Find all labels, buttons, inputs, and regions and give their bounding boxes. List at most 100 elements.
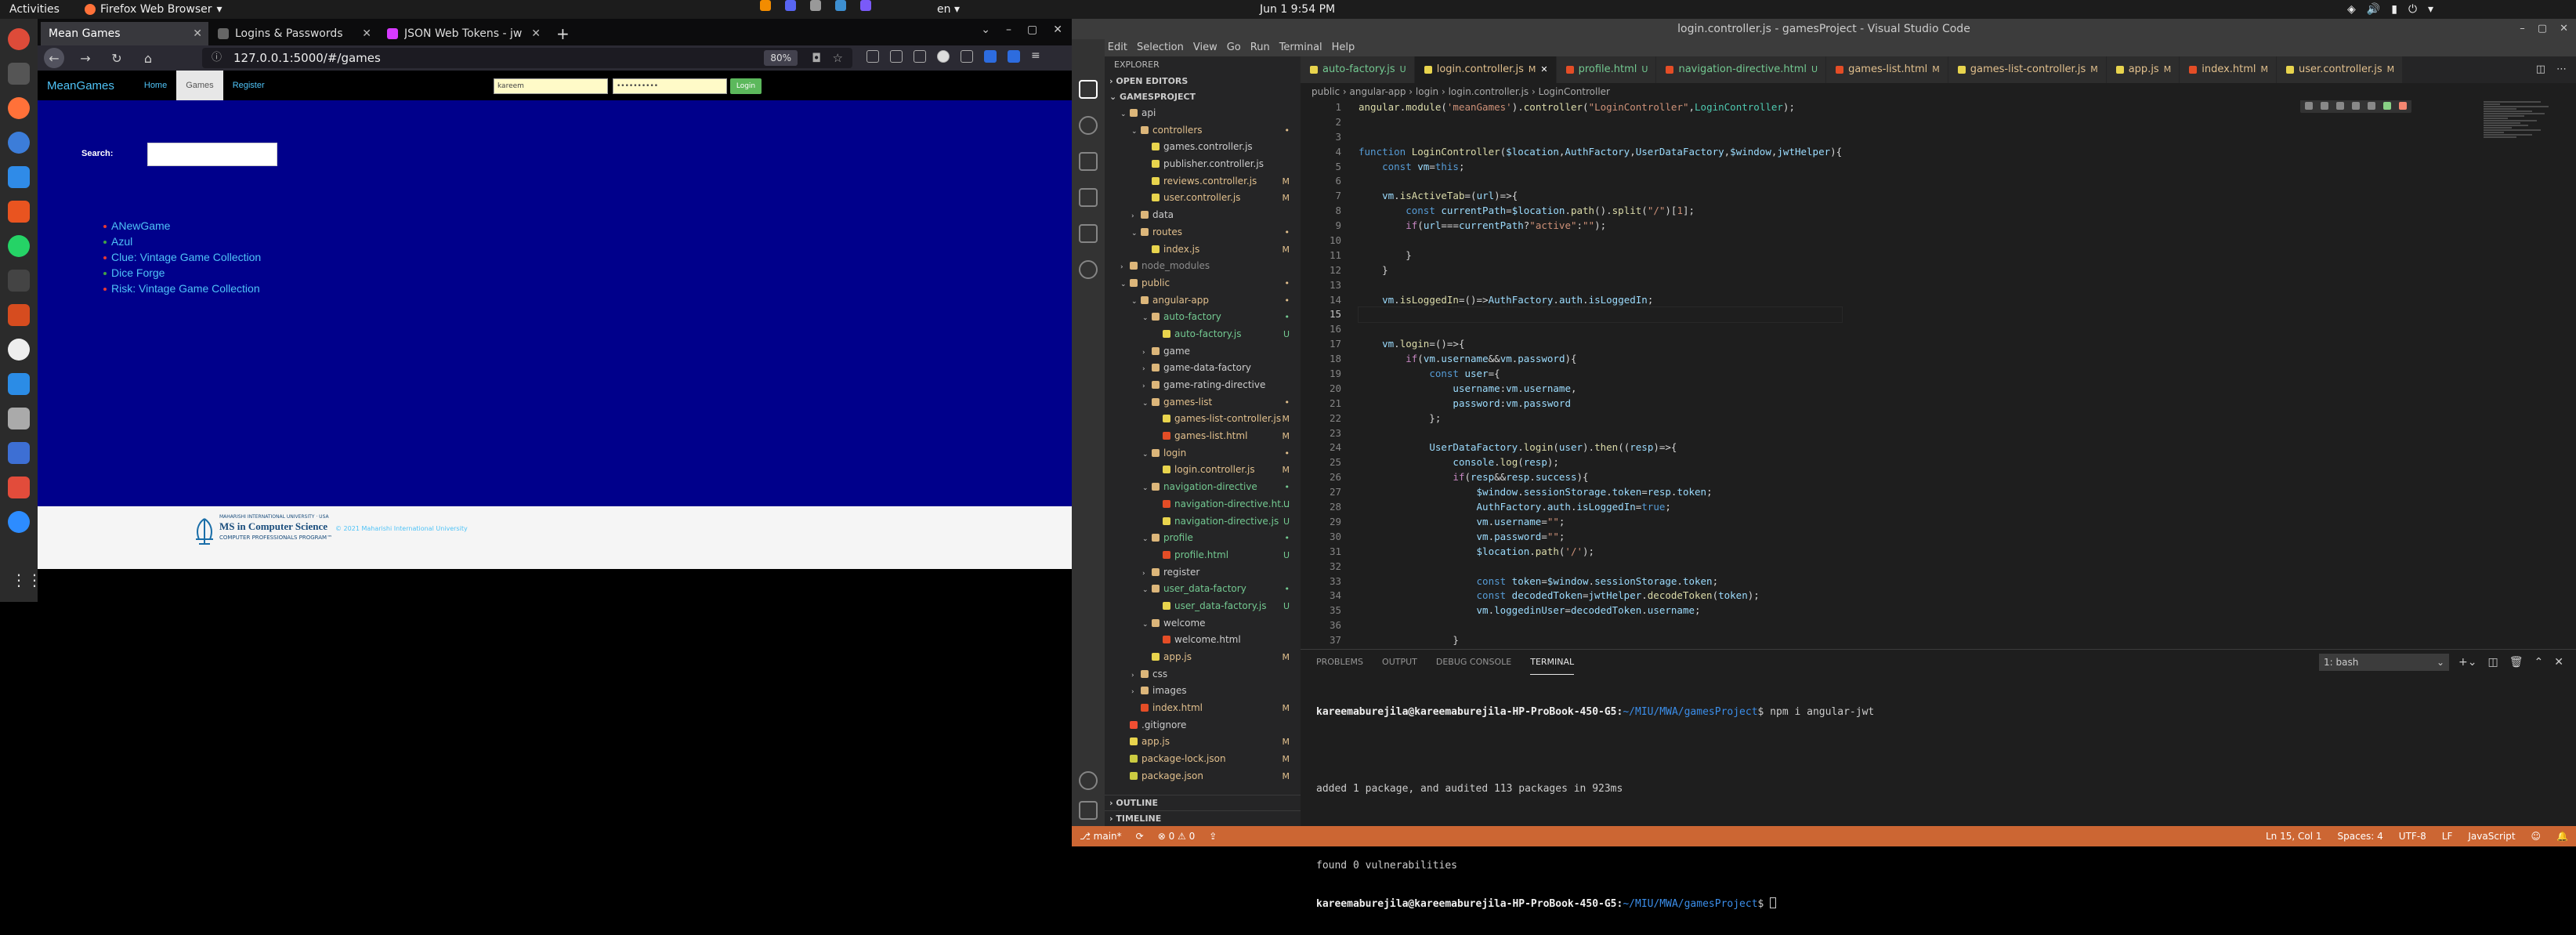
- obs-icon[interactable]: [8, 339, 30, 361]
- bookmark-star-icon[interactable]: ☆: [833, 48, 843, 68]
- timeline-section[interactable]: › TIMELINE: [1105, 810, 1301, 826]
- tree-item[interactable]: › data: [1105, 207, 1301, 224]
- code-line[interactable]: vm.isLoggedIn=()=>AuthFactory.auth.isLog…: [1359, 293, 1842, 308]
- split-icon[interactable]: ◫: [2487, 656, 2498, 669]
- trash-icon[interactable]: 🗑: [2509, 656, 2524, 669]
- code-line[interactable]: [1359, 174, 1842, 189]
- sidebar-icon[interactable]: [890, 50, 903, 63]
- new-tab-button[interactable]: +: [548, 22, 577, 45]
- system-menu[interactable]: ◈ 🔊 ▮ ⏻ ▾: [2347, 0, 2433, 19]
- code-line[interactable]: if(resp&&resp.success){: [1359, 470, 1842, 485]
- code-line[interactable]: const token=$window.sessionStorage.token…: [1359, 574, 1842, 589]
- step-into-icon[interactable]: [2352, 102, 2360, 110]
- files-icon[interactable]: [8, 63, 30, 85]
- editor-tab[interactable]: auto-factory.js U: [1301, 56, 1415, 83]
- tree-item[interactable]: login.controller.js M: [1105, 462, 1301, 479]
- menu-item[interactable]: Terminal: [1275, 39, 1327, 56]
- close-icon[interactable]: ✕: [2560, 19, 2568, 39]
- extension-icon[interactable]: [1008, 50, 1020, 63]
- encoding[interactable]: UTF-8: [2399, 826, 2426, 846]
- login-button[interactable]: Login: [730, 78, 762, 94]
- close-icon[interactable]: ✕: [193, 27, 202, 40]
- code-line[interactable]: };: [1359, 411, 1842, 426]
- language-mode[interactable]: JavaScript: [2468, 826, 2515, 846]
- forward-button[interactable]: →: [75, 48, 96, 68]
- code-line[interactable]: const user={: [1359, 367, 1842, 382]
- extension-icon[interactable]: [937, 50, 950, 63]
- reload-button[interactable]: ↻: [107, 48, 127, 68]
- extension-icon[interactable]: [961, 50, 973, 63]
- tree-item[interactable]: › game-data-factory: [1105, 360, 1301, 377]
- code-line[interactable]: vm.login=()=>{: [1359, 337, 1842, 352]
- tree-item[interactable]: user.controller.js M: [1105, 190, 1301, 207]
- tray-app-icon[interactable]: [860, 0, 871, 11]
- tree-item[interactable]: › images: [1105, 683, 1301, 700]
- game-link[interactable]: Clue: Vintage Game Collection: [103, 249, 261, 265]
- drag-handle-icon[interactable]: [2305, 102, 2313, 110]
- pocket-icon[interactable]: ◘: [812, 48, 821, 68]
- step-out-icon[interactable]: [2368, 102, 2375, 110]
- firefox-icon[interactable]: [8, 97, 30, 119]
- zoom-icon[interactable]: [8, 511, 30, 533]
- nav-link-register[interactable]: Register: [223, 71, 274, 100]
- code-line[interactable]: vm.loggedinUser=decodedToken.username;: [1359, 603, 1842, 618]
- url-bar[interactable]: ⓘ 127.0.0.1:5000/#/games 80% ◘ ☆: [202, 48, 852, 68]
- app-icon[interactable]: [8, 304, 30, 326]
- page-info-icon[interactable]: ⓘ: [212, 48, 222, 68]
- vscode-icon[interactable]: [8, 373, 30, 395]
- extension-icon[interactable]: [984, 50, 997, 63]
- code-line[interactable]: username:vm.username,: [1359, 382, 1842, 397]
- browser-tab[interactable]: Mean Games ✕: [41, 22, 208, 45]
- editor-tab[interactable]: user.controller.js M: [2277, 56, 2404, 83]
- stop-icon[interactable]: [2399, 102, 2407, 110]
- line-ending[interactable]: LF: [2442, 826, 2453, 846]
- editor-tab[interactable]: index.html M: [2180, 56, 2278, 83]
- tree-item[interactable]: games-list.html M: [1105, 428, 1301, 445]
- tree-item[interactable]: › register: [1105, 564, 1301, 582]
- maximize-icon[interactable]: ▢: [1027, 24, 1037, 36]
- language-indicator[interactable]: en ▾: [937, 0, 960, 19]
- close-icon[interactable]: ✕: [362, 27, 371, 40]
- open-editors-section[interactable]: › OPEN EDITORS: [1105, 74, 1301, 89]
- extensions-icon[interactable]: [1079, 224, 1098, 243]
- tree-item[interactable]: reviews.controller.js M: [1105, 173, 1301, 190]
- code-line[interactable]: [1359, 426, 1842, 441]
- code-line[interactable]: [1357, 306, 1843, 324]
- tree-item[interactable]: games.controller.js: [1105, 139, 1301, 156]
- split-editor-icon[interactable]: ◫: [2536, 56, 2545, 83]
- code-line[interactable]: function LoginController($location,AuthF…: [1359, 145, 1842, 160]
- terminal-output[interactable]: kareemaburejila@kareemaburejila-HP-ProBo…: [1316, 681, 1874, 935]
- branch-indicator[interactable]: ⎇ main*: [1080, 826, 1122, 846]
- tree-item[interactable]: navigation-directive.js U: [1105, 513, 1301, 531]
- code-line[interactable]: if(url===currentPath?"active":"");: [1359, 219, 1842, 234]
- code-line[interactable]: [1359, 322, 1842, 337]
- tree-item[interactable]: games-list-controller.js M: [1105, 411, 1301, 428]
- nav-link-games[interactable]: Games: [176, 71, 223, 100]
- vlc-icon[interactable]: [760, 0, 771, 11]
- image-viewer-icon[interactable]: [8, 408, 30, 429]
- tree-item[interactable]: welcome.html: [1105, 632, 1301, 649]
- browser-tab[interactable]: Logins & Passwords ✕: [210, 22, 378, 45]
- activities-button[interactable]: Activities: [9, 0, 60, 19]
- gear-icon[interactable]: [1079, 801, 1098, 820]
- game-link[interactable]: ANewGame: [103, 218, 261, 234]
- explorer-icon[interactable]: [1079, 80, 1098, 99]
- code-line[interactable]: UserDataFactory.login(user).then((resp)=…: [1359, 440, 1842, 455]
- tree-item[interactable]: ⌄ profile •: [1105, 530, 1301, 547]
- code-line[interactable]: const currentPath=$location.path().split…: [1359, 204, 1842, 219]
- app-menu[interactable]: Firefox Web Browser ▾: [85, 0, 223, 19]
- menu-item[interactable]: Go: [1222, 39, 1246, 56]
- code-line[interactable]: $window.sessionStorage.token=resp.token;: [1359, 485, 1842, 500]
- tree-item[interactable]: ⌄ login •: [1105, 445, 1301, 462]
- code-line[interactable]: [1359, 278, 1842, 293]
- code-line[interactable]: vm.username="";: [1359, 515, 1842, 530]
- breadcrumb[interactable]: public › angular-app › login › login.con…: [1301, 83, 2576, 100]
- code-line[interactable]: [1359, 130, 1842, 145]
- password-input[interactable]: ••••••••••: [613, 78, 727, 94]
- search-icon[interactable]: [1079, 116, 1098, 135]
- account-icon[interactable]: [1079, 771, 1098, 790]
- tree-item[interactable]: ⌄ navigation-directive •: [1105, 479, 1301, 496]
- screenshot-icon[interactable]: [914, 50, 926, 63]
- tree-item[interactable]: ⌄ api: [1105, 105, 1301, 122]
- close-icon[interactable]: ✕: [531, 27, 541, 40]
